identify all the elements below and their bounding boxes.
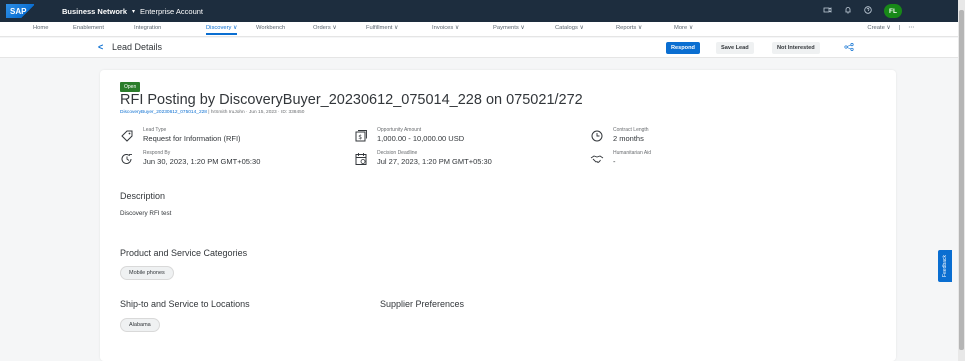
- shell-actions: FL: [823, 0, 902, 22]
- location-token: Alabama: [120, 318, 160, 332]
- respond-by-label: Respond By: [143, 150, 171, 156]
- account-type: Enterprise Account: [140, 6, 203, 16]
- bell-icon[interactable]: [844, 6, 852, 16]
- nav-item-catalogs[interactable]: Catalogs ∨: [555, 25, 584, 31]
- opportunity-amount-value: 1,000.00 - 10,000.00 USD: [377, 134, 465, 143]
- respond-by-value: Jun 30, 2023, 1:20 PM GMT+05:30: [143, 157, 261, 166]
- decision-deadline-label: Decision Deadline: [377, 150, 418, 156]
- nav-item-discovery[interactable]: Discovery ∨: [206, 25, 238, 35]
- locations-title: Ship-to and Service to Locations: [120, 299, 250, 309]
- humanitarian-aid-label: Humanitarian Aid: [613, 150, 652, 156]
- decision-deadline-value: Jul 27, 2023, 1:20 PM GMT+05:30: [377, 157, 492, 166]
- lead-type-value: Request for Information (RFI): [143, 134, 241, 143]
- humanitarian-aid-value: -: [613, 157, 616, 166]
- lead-subtitle: DiscoveryBuyer_20230612_075014_228 | hrS…: [120, 110, 304, 115]
- timer-icon: [120, 152, 134, 166]
- nav-item-orders[interactable]: Orders ∨: [313, 25, 337, 31]
- description-title: Description: [120, 191, 166, 201]
- overflow-menu-button[interactable]: ⋯: [908, 25, 914, 31]
- nav-item-integration[interactable]: Integration: [134, 25, 161, 31]
- opportunity-amount-label: Opportunity Amount: [377, 127, 422, 133]
- share-icon[interactable]: [844, 43, 854, 53]
- page-title: Lead Details: [112, 42, 163, 52]
- lead-type-label: Lead Type: [143, 127, 167, 133]
- lead-title: RFI Posting by DiscoveryBuyer_20230612_0…: [120, 92, 583, 108]
- handshake-icon: [590, 152, 604, 166]
- nav-item-reports[interactable]: Reports ∨: [616, 25, 642, 31]
- nav-actions: Create ∨ | ⋯: [867, 25, 914, 31]
- shell-bar: SAP Business Network ▾ Enterprise Accoun…: [0, 0, 958, 22]
- app-switcher-caret[interactable]: ▾: [132, 8, 135, 15]
- nav-item-fulfillment[interactable]: Fulfillment ∨: [366, 25, 398, 31]
- nav-item-home[interactable]: Home: [33, 25, 48, 31]
- svg-text:$: $: [358, 134, 362, 141]
- contract-length-label: Contract Length: [613, 127, 649, 133]
- not-interested-button[interactable]: Not Interested: [772, 42, 820, 54]
- nav-item-payments[interactable]: Payments ∨: [493, 25, 525, 31]
- nav-item-more[interactable]: More ∨: [674, 25, 693, 31]
- feedback-label: Feedback: [942, 255, 948, 277]
- supplier-preferences-title: Supplier Preferences: [380, 299, 465, 309]
- money-bills-icon: $: [354, 129, 368, 143]
- nav-item-workbench[interactable]: Workbench: [256, 25, 285, 31]
- back-button[interactable]: <: [98, 42, 103, 52]
- top-navigation: Home Enablement Integration Discovery ∨ …: [0, 22, 958, 37]
- tag-icon: [120, 129, 134, 143]
- respond-button[interactable]: Respond: [666, 42, 700, 54]
- save-lead-button[interactable]: Save Lead: [716, 42, 754, 54]
- nav-item-enablement[interactable]: Enablement: [73, 25, 104, 31]
- calendar-icon: [354, 152, 368, 166]
- notification-action-icon[interactable]: [823, 6, 832, 16]
- page-scrollbar[interactable]: [958, 0, 965, 361]
- sap-logo[interactable]: SAP: [6, 4, 34, 18]
- category-token: Mobile phones: [120, 266, 174, 280]
- status-badge: Open: [120, 82, 141, 92]
- description-text: Discovery RFI test: [120, 210, 172, 217]
- scrollbar-thumb[interactable]: [959, 10, 964, 350]
- help-icon[interactable]: [864, 6, 872, 16]
- buyer-link[interactable]: DiscoveryBuyer_20230612_075014_228: [120, 110, 207, 115]
- clock-icon: [590, 129, 604, 143]
- categories-title: Product and Service Categories: [120, 248, 248, 258]
- feedback-button[interactable]: Feedback: [938, 250, 952, 282]
- nav-item-invoices[interactable]: Invoices ∨: [432, 25, 459, 31]
- lead-meta: | hrSmith IruJohn · Jun 15, 2023 · ID: 3…: [206, 110, 305, 115]
- app-title[interactable]: Business Network: [62, 7, 127, 16]
- contract-length-value: 2 months: [613, 134, 644, 143]
- avatar[interactable]: FL: [884, 4, 902, 18]
- create-menu-button[interactable]: Create ∨: [867, 25, 890, 31]
- lead-detail-card: Open RFI Posting by DiscoveryBuyer_20230…: [100, 70, 896, 361]
- nav-divider: |: [898, 25, 901, 31]
- page-header: < Lead Details Respond Save Lead Not Int…: [0, 38, 958, 58]
